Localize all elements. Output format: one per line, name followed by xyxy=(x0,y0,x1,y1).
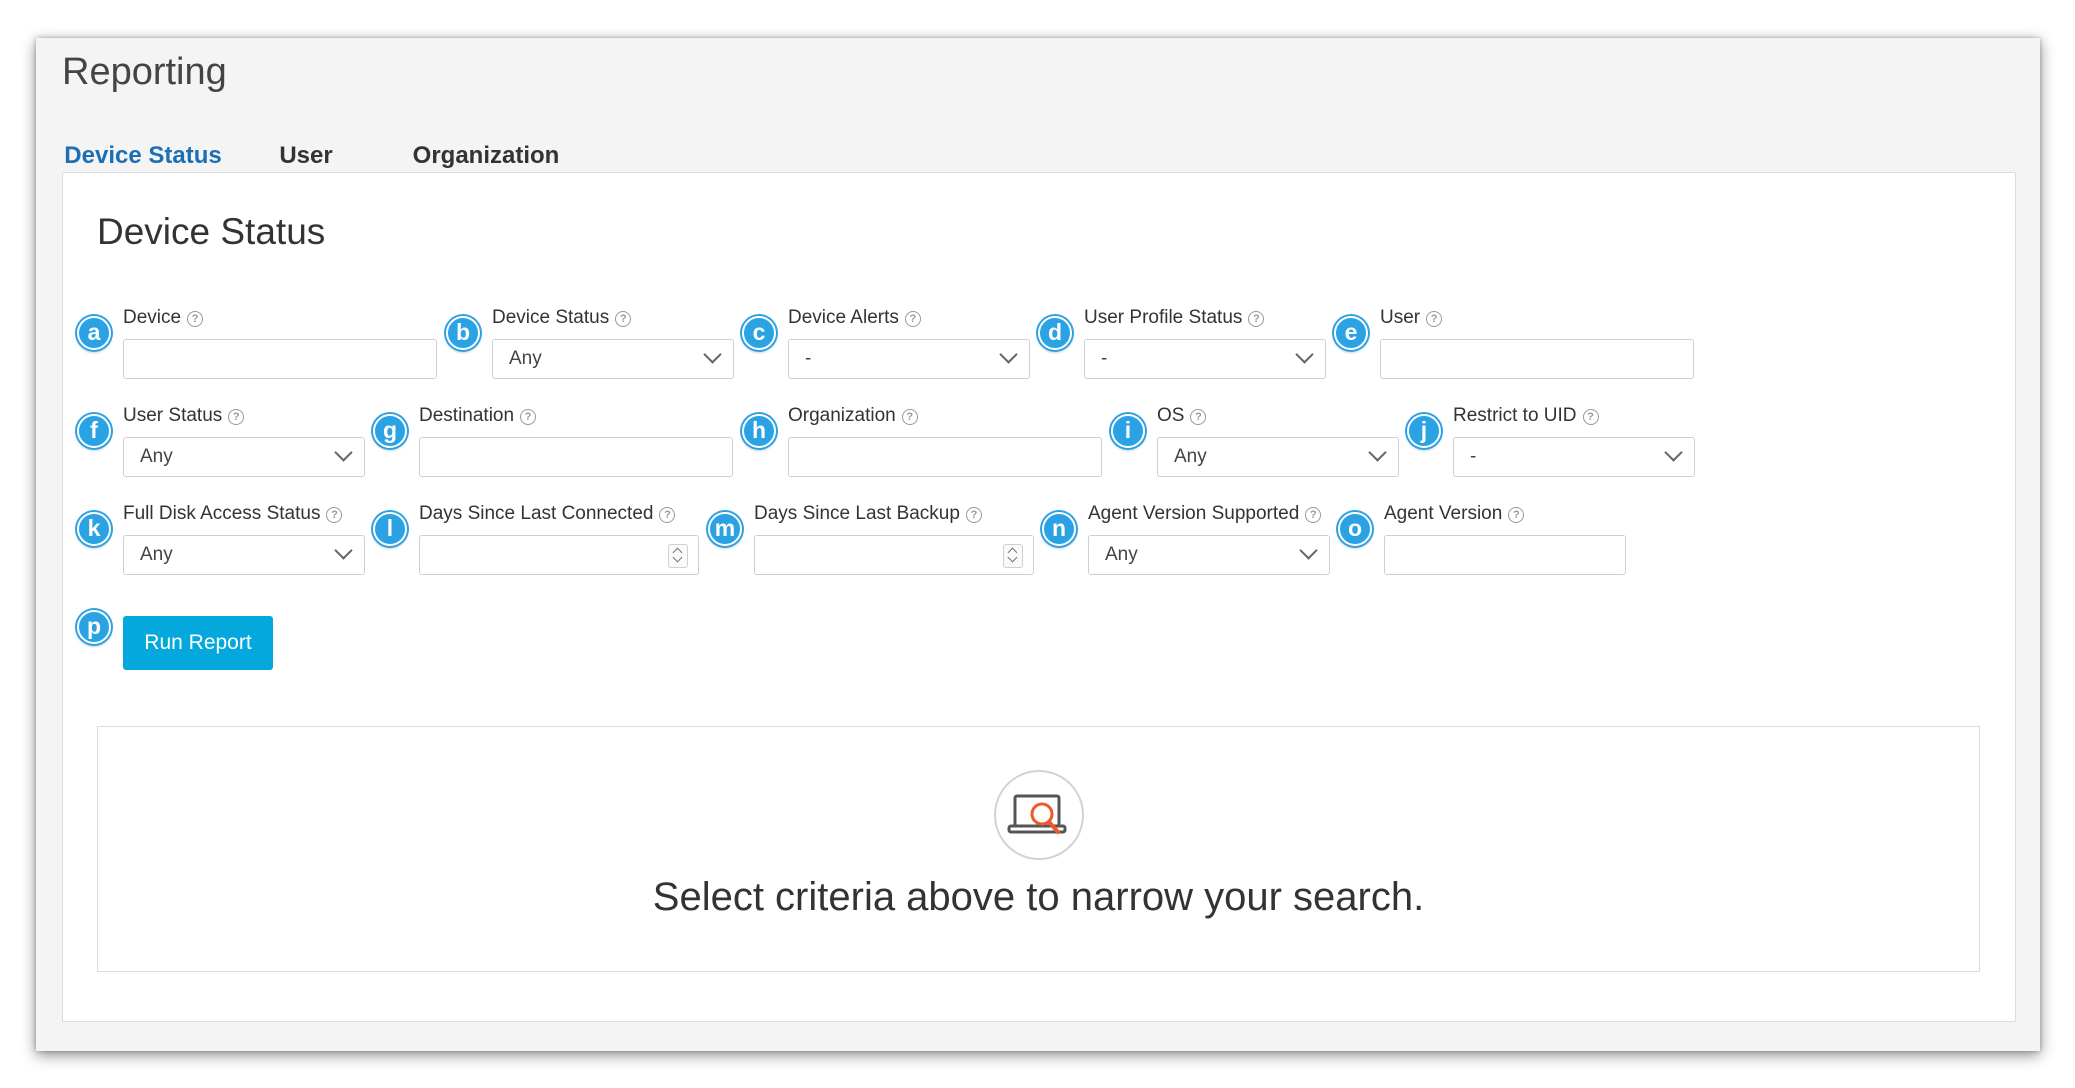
user-input[interactable] xyxy=(1380,339,1694,379)
organization-input[interactable] xyxy=(788,437,1102,477)
laptop-search-icon xyxy=(994,770,1084,860)
marker-p: p xyxy=(77,610,111,644)
help-icon[interactable]: ? xyxy=(1305,507,1322,523)
restrict-uid-value: - xyxy=(1470,446,1477,467)
restrict-uid-select[interactable]: - xyxy=(1453,437,1695,477)
marker-e: e xyxy=(1334,316,1368,350)
chevron-down-icon xyxy=(334,443,353,462)
user-profile-status-value: - xyxy=(1101,348,1108,369)
help-icon[interactable]: ? xyxy=(659,507,676,523)
user-profile-status-label: User Profile Status? xyxy=(1084,307,1265,329)
marker-i: i xyxy=(1111,414,1145,448)
user-status-label: User Status? xyxy=(123,405,245,427)
restrict-uid-label: Restrict to UID? xyxy=(1453,405,1599,427)
device-label: Device? xyxy=(123,307,204,329)
full-disk-value: Any xyxy=(140,544,173,565)
run-report-button[interactable]: Run Report xyxy=(123,616,273,670)
marker-c: c xyxy=(742,316,776,350)
reporting-window: Reporting Device Status User Backup Orga… xyxy=(36,38,2040,1051)
help-icon[interactable]: ? xyxy=(228,409,245,425)
device-alerts-label: Device Alerts? xyxy=(788,307,921,329)
help-icon[interactable]: ? xyxy=(520,409,537,425)
chevron-down-icon xyxy=(999,345,1018,364)
help-icon[interactable]: ? xyxy=(615,311,632,327)
help-icon[interactable]: ? xyxy=(1582,409,1599,425)
page-title: Reporting xyxy=(62,51,227,93)
marker-o: o xyxy=(1338,512,1372,546)
help-icon[interactable]: ? xyxy=(901,409,918,425)
marker-l: l xyxy=(373,512,407,546)
marker-h: h xyxy=(742,414,776,448)
empty-state-message: Select criteria above to narrow your sea… xyxy=(652,875,1425,919)
help-icon[interactable]: ? xyxy=(1426,311,1443,327)
chevron-down-icon xyxy=(1295,345,1314,364)
days-backup-label: Days Since Last Backup? xyxy=(754,503,982,525)
help-icon[interactable]: ? xyxy=(965,507,982,523)
chevron-down-icon xyxy=(1299,541,1318,560)
marker-j: j xyxy=(1407,414,1441,448)
help-icon[interactable]: ? xyxy=(1508,507,1525,523)
agent-supported-select[interactable]: Any xyxy=(1088,535,1330,575)
user-status-value: Any xyxy=(140,446,173,467)
marker-a: a xyxy=(77,316,111,350)
device-alerts-value: - xyxy=(805,348,812,369)
help-icon[interactable]: ? xyxy=(904,311,921,327)
marker-m: m xyxy=(708,512,742,546)
os-label: OS? xyxy=(1157,405,1207,427)
chevron-down-icon xyxy=(1368,443,1387,462)
panel-title: Device Status xyxy=(97,211,326,252)
help-icon[interactable]: ? xyxy=(326,507,343,523)
marker-d: d xyxy=(1038,316,1072,350)
user-status-select[interactable]: Any xyxy=(123,437,365,477)
marker-b: b xyxy=(446,316,480,350)
chevron-down-icon xyxy=(334,541,353,560)
marker-n: n xyxy=(1042,512,1076,546)
agent-supported-label: Agent Version Supported? xyxy=(1088,503,1322,525)
report-panel: Device Status a Device? b Device Status?… xyxy=(62,172,2016,1022)
os-select[interactable]: Any xyxy=(1157,437,1399,477)
marker-k: k xyxy=(77,512,111,546)
days-backup-input[interactable] xyxy=(754,535,1034,575)
marker-g: g xyxy=(373,414,407,448)
destination-label: Destination? xyxy=(419,405,537,427)
device-input[interactable] xyxy=(123,339,437,379)
os-value: Any xyxy=(1174,446,1207,467)
device-status-value: Any xyxy=(509,348,542,369)
days-connected-input[interactable] xyxy=(419,535,699,575)
spinner-arrows-icon[interactable] xyxy=(668,544,688,568)
user-label: User? xyxy=(1380,307,1443,329)
full-disk-select[interactable]: Any xyxy=(123,535,365,575)
device-alerts-select[interactable]: - xyxy=(788,339,1030,379)
user-profile-status-select[interactable]: - xyxy=(1084,339,1326,379)
marker-f: f xyxy=(77,414,111,448)
help-icon[interactable]: ? xyxy=(1190,409,1207,425)
results-empty-state: Select criteria above to narrow your sea… xyxy=(97,726,1980,972)
agent-version-input[interactable] xyxy=(1384,535,1626,575)
help-icon[interactable]: ? xyxy=(1248,311,1265,327)
device-status-select[interactable]: Any xyxy=(492,339,734,379)
help-icon[interactable]: ? xyxy=(187,311,204,327)
agent-supported-value: Any xyxy=(1105,544,1138,565)
device-status-label: Device Status? xyxy=(492,307,632,329)
days-connected-label: Days Since Last Connected? xyxy=(419,503,676,525)
chevron-down-icon xyxy=(1664,443,1683,462)
full-disk-label: Full Disk Access Status? xyxy=(123,503,343,525)
destination-input[interactable] xyxy=(419,437,733,477)
organization-label: Organization? xyxy=(788,405,918,427)
agent-version-label: Agent Version? xyxy=(1384,503,1525,525)
chevron-down-icon xyxy=(703,345,722,364)
spinner-arrows-icon[interactable] xyxy=(1003,544,1023,568)
